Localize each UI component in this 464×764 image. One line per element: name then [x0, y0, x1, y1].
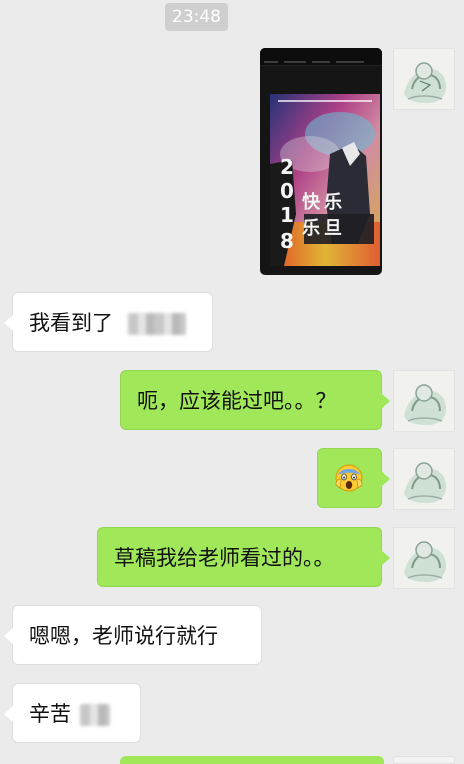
message-text: 我看到了 [29, 311, 113, 335]
my-avatar[interactable] [393, 756, 455, 764]
poster-text-overlay: 2 0 1 8 快 乐 乐 旦 [280, 155, 342, 253]
my-avatar[interactable] [393, 448, 455, 510]
received-message[interactable]: 嗯嗯，老师说行就行 [4, 605, 262, 665]
blurred-content [79, 704, 110, 726]
svg-text:快: 快 [302, 191, 321, 213]
svg-text:旦: 旦 [324, 218, 342, 239]
message-text: 呃，应该能过吧。。？ [137, 389, 337, 413]
screaming-face-icon [334, 463, 364, 493]
svg-text:8: 8 [280, 229, 294, 253]
svg-text:1: 1 [280, 203, 294, 227]
my-avatar[interactable] [393, 48, 455, 110]
sent-message[interactable]: 草稿我给老师看过的。。 [97, 527, 390, 587]
svg-text:0: 0 [280, 179, 294, 203]
svg-text:2: 2 [280, 155, 294, 179]
my-avatar[interactable] [393, 370, 455, 432]
message-text: 辛苦 [29, 702, 71, 726]
sent-message-partial[interactable] [120, 756, 384, 764]
my-avatar[interactable] [393, 527, 455, 589]
sent-emoji-message[interactable] [317, 448, 390, 508]
blurred-content [127, 313, 186, 335]
sent-message[interactable]: 呃，应该能过吧。。？ [120, 370, 390, 430]
sent-image-message[interactable]: 2 0 1 8 快 乐 乐 旦 [260, 48, 382, 275]
svg-text:乐: 乐 [324, 192, 342, 213]
received-message[interactable]: 我看到了 [4, 292, 213, 352]
chat-timestamp: 23:48 [165, 3, 228, 31]
received-message[interactable]: 辛苦 [4, 683, 141, 743]
svg-text:乐: 乐 [302, 218, 320, 239]
message-text: 嗯嗯，老师说行就行 [29, 624, 218, 648]
message-text: 草稿我给老师看过的。。 [114, 546, 335, 570]
